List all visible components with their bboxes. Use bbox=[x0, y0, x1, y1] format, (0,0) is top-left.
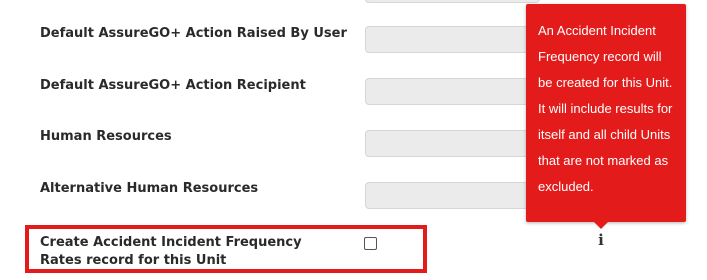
alternative-human-resources-label: Alternative Human Resources bbox=[40, 181, 259, 196]
action-raised-by-user-input[interactable] bbox=[365, 26, 540, 53]
human-resources-input[interactable] bbox=[365, 130, 540, 157]
tooltip-arrow bbox=[593, 221, 609, 229]
info-tooltip: An Accident Incident Frequency record wi… bbox=[526, 4, 686, 222]
alternative-human-resources-input[interactable] bbox=[365, 182, 540, 209]
action-recipient-input[interactable] bbox=[365, 78, 540, 105]
action-recipient-label: Default AssureGO+ Action Recipient bbox=[40, 78, 306, 93]
create-aifr-record-label: Create Accident Incident Frequency Rates… bbox=[40, 235, 302, 268]
human-resources-label: Human Resources bbox=[40, 129, 172, 144]
create-aifr-record-checkbox[interactable] bbox=[364, 237, 377, 250]
previous-field-input[interactable] bbox=[365, 0, 540, 3]
action-raised-by-user-label: Default AssureGO+ Action Raised By User bbox=[40, 26, 347, 41]
info-icon[interactable]: i bbox=[593, 231, 609, 249]
